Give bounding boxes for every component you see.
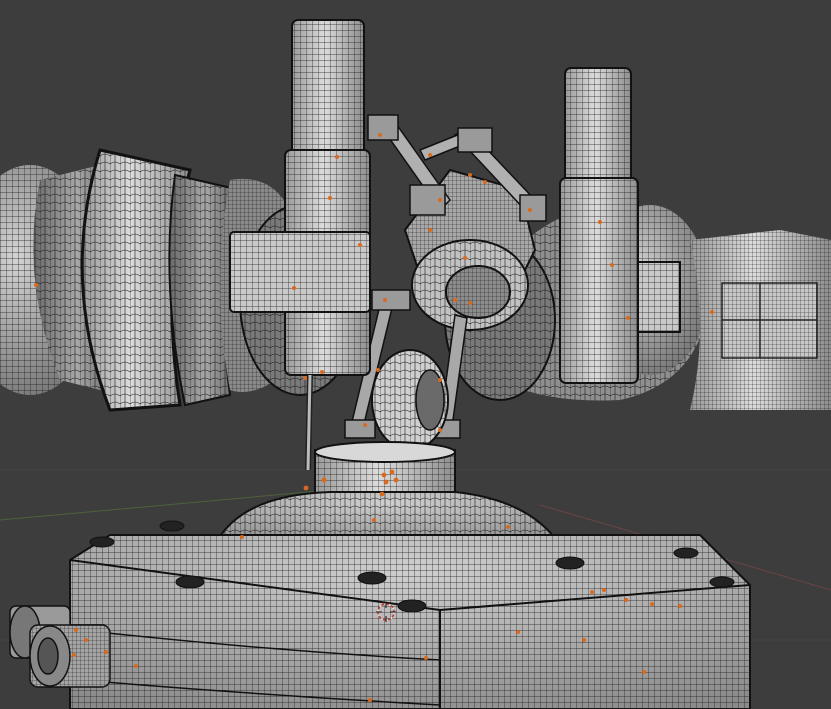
pivot-wheel[interactable] — [371, 349, 449, 451]
viewport-canvas[interactable] — [0, 0, 831, 709]
3d-viewport[interactable] — [0, 0, 831, 709]
base-housing[interactable] — [9, 491, 751, 709]
left-vertical-shaft[interactable] — [229, 19, 371, 471]
